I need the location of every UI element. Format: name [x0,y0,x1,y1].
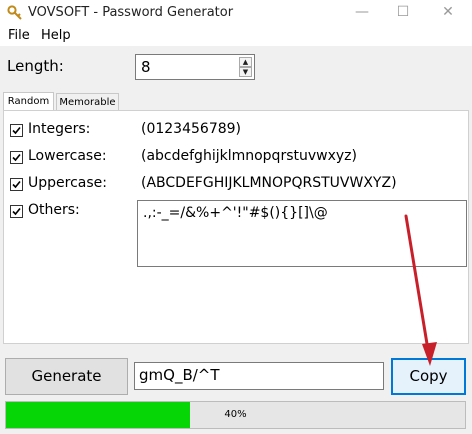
integers-charset: (0123456789) [141,121,241,137]
key-icon [7,5,22,20]
maximize-button[interactable]: ☐ [385,0,421,26]
others-charset[interactable]: .,:-_=/&%+^'!"#$(){}[]\@ [143,205,328,221]
window-title: VOVSOFT - Password Generator [28,5,234,20]
length-stepper[interactable]: 8 ▲ ▼ [135,54,255,80]
check-icon [12,153,21,162]
others-input[interactable]: .,:-_=/&%+^'!"#$(){}[]\@ [137,200,467,267]
others-label[interactable]: Others: [28,202,80,218]
progress-label: 40% [224,409,247,420]
random-panel: Integers: (0123456789) Lowercase: (abcde… [3,110,469,344]
lowercase-checkbox[interactable] [10,151,23,164]
length-label: Length: [7,57,64,75]
check-icon [12,207,21,216]
stepper-down-icon[interactable]: ▼ [239,67,252,77]
stepper-up-icon[interactable]: ▲ [239,57,252,67]
lowercase-charset: (abcdefghijklmnopqrstuvwxyz) [141,148,357,164]
tab-random[interactable]: Random [3,92,54,111]
title-bar: VOVSOFT - Password Generator — ☐ ✕ [0,0,472,26]
progress-bar: 40% [5,401,466,429]
uppercase-label[interactable]: Uppercase: [28,175,107,191]
tab-memorable[interactable]: Memorable [56,93,119,110]
password-output[interactable]: gmQ_B/^T [134,362,384,390]
menu-file[interactable]: File [8,28,30,43]
length-value[interactable]: 8 [141,58,151,76]
menu-help[interactable]: Help [41,28,71,43]
uppercase-checkbox[interactable] [10,178,23,191]
generate-button[interactable]: Generate [5,358,128,395]
check-icon [12,126,21,135]
others-checkbox[interactable] [10,205,23,218]
menu-bar: File Help [0,26,472,46]
close-button[interactable]: ✕ [430,0,466,26]
uppercase-charset: (ABCDEFGHIJKLMNOPQRSTUVWXYZ) [141,175,397,191]
stepper-buttons: ▲ ▼ [239,57,252,77]
lowercase-label[interactable]: Lowercase: [28,148,107,164]
integers-checkbox[interactable] [10,124,23,137]
integers-label[interactable]: Integers: [28,121,90,137]
check-icon [12,180,21,189]
copy-button[interactable]: Copy [391,358,466,395]
minimize-button[interactable]: — [344,0,380,26]
